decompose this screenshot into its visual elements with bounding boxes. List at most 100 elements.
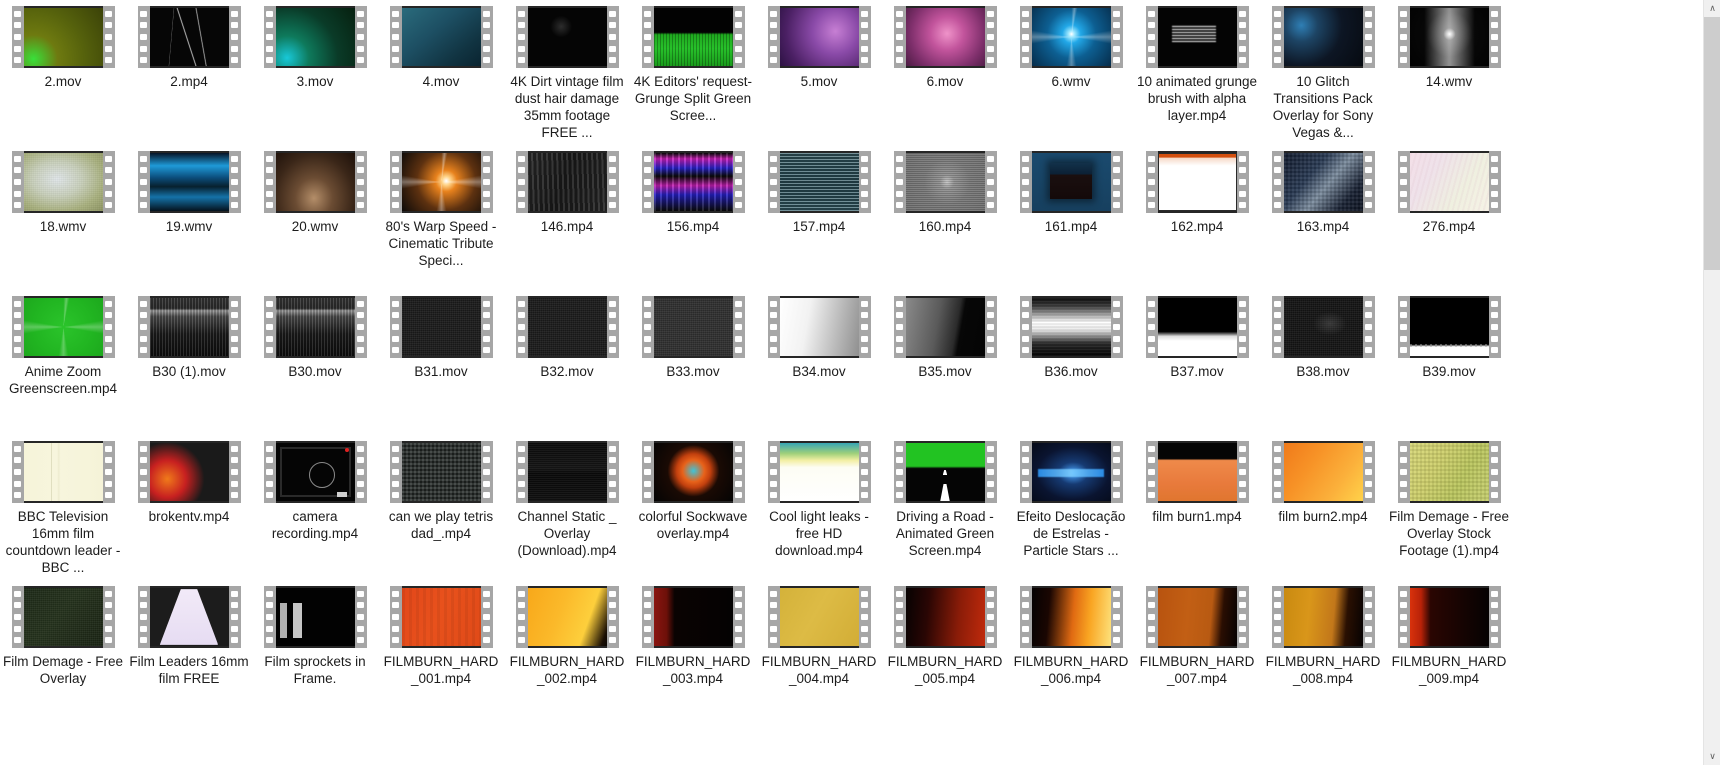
file-grid[interactable]: 2.mov 2.mp4 3.mov 4.mov 4K Dirt vintage film… bbox=[0, 0, 1566, 765]
scroll-up-arrow[interactable]: ∧ bbox=[1704, 0, 1720, 17]
file-item[interactable]: FILMBURN_HARD_001.mp4 bbox=[378, 580, 504, 725]
file-item[interactable]: 276.mp4 bbox=[1386, 145, 1512, 290]
file-item[interactable]: B32.mov bbox=[504, 290, 630, 435]
file-item[interactable]: B35.mov bbox=[882, 290, 1008, 435]
file-item[interactable]: 4K Dirt vintage film dust hair damage 35… bbox=[504, 0, 630, 145]
file-item[interactable]: Film Demage - Free Overlay bbox=[0, 580, 126, 725]
video-file-icon bbox=[11, 151, 115, 213]
file-item[interactable]: film burn2.mp4 bbox=[1260, 435, 1386, 580]
file-name-label: 161.mp4 bbox=[1044, 219, 1098, 234]
file-item[interactable]: FILMBURN_HARD_009.mp4 bbox=[1386, 580, 1512, 725]
file-item[interactable]: 2.mov bbox=[0, 0, 126, 145]
file-item[interactable]: 161.mp4 bbox=[1008, 145, 1134, 290]
file-item[interactable]: Cool light leaks - free HD download.mp4 bbox=[756, 435, 882, 580]
scrollbar-track[interactable] bbox=[1704, 17, 1720, 748]
file-item[interactable]: B30.mov bbox=[252, 290, 378, 435]
file-item[interactable]: FILMBURN_HARD_007.mp4 bbox=[1134, 580, 1260, 725]
file-item[interactable]: FILMBURN_HARD_003.mp4 bbox=[630, 580, 756, 725]
video-file-icon bbox=[893, 151, 997, 213]
file-name-label: FILMBURN_HARD_005.mp4 bbox=[887, 654, 1003, 686]
file-item[interactable]: FILMBURN_HARD_005.mp4 bbox=[882, 580, 1008, 725]
film-perforations bbox=[515, 296, 528, 358]
file-item[interactable]: 20.wmv bbox=[252, 145, 378, 290]
file-item[interactable]: 162.mp4 bbox=[1134, 145, 1260, 290]
file-item[interactable]: Channel Static _ Overlay (Download).mp4 bbox=[504, 435, 630, 580]
file-item[interactable]: 19.wmv bbox=[126, 145, 252, 290]
film-perforations bbox=[102, 296, 115, 358]
film-perforations bbox=[767, 586, 780, 648]
video-file-icon bbox=[389, 151, 493, 213]
file-item[interactable]: can we play tetris dad_.mp4 bbox=[378, 435, 504, 580]
film-perforations bbox=[1145, 586, 1158, 648]
file-item[interactable]: B37.mov bbox=[1134, 290, 1260, 435]
video-thumbnail bbox=[527, 151, 607, 213]
file-item[interactable]: film burn1.mp4 bbox=[1134, 435, 1260, 580]
scroll-down-arrow[interactable]: ∨ bbox=[1704, 748, 1720, 765]
file-item[interactable]: 5.mov bbox=[756, 0, 882, 145]
file-item[interactable]: 10 Glitch Transitions Pack Overlay for S… bbox=[1260, 0, 1386, 145]
file-item[interactable]: B30 (1).mov bbox=[126, 290, 252, 435]
file-item[interactable]: 157.mp4 bbox=[756, 145, 882, 290]
file-item[interactable]: 6.mov bbox=[882, 0, 1008, 145]
film-perforations bbox=[354, 151, 367, 213]
film-perforations bbox=[11, 6, 24, 68]
file-item[interactable]: FILMBURN_HARD_008.mp4 bbox=[1260, 580, 1386, 725]
file-item[interactable]: BBC Television 16mm film countdown leade… bbox=[0, 435, 126, 580]
file-item[interactable]: 163.mp4 bbox=[1260, 145, 1386, 290]
file-item[interactable]: colorful Sockwave overlay.mp4 bbox=[630, 435, 756, 580]
file-item[interactable]: B39.mov bbox=[1386, 290, 1512, 435]
file-item[interactable]: B33.mov bbox=[630, 290, 756, 435]
video-file-icon bbox=[1019, 151, 1123, 213]
film-perforations bbox=[984, 151, 997, 213]
file-item[interactable]: B31.mov bbox=[378, 290, 504, 435]
file-item[interactable]: 10 animated grunge brush with alpha laye… bbox=[1134, 0, 1260, 145]
file-name-label: FILMBURN_HARD_004.mp4 bbox=[761, 654, 877, 686]
file-item[interactable]: 80's Warp Speed - Cinematic Tribute Spec… bbox=[378, 145, 504, 290]
video-thumbnail bbox=[527, 296, 607, 358]
video-thumbnail bbox=[23, 151, 103, 213]
file-item[interactable]: B36.mov bbox=[1008, 290, 1134, 435]
file-item[interactable]: Driving a Road - Animated Green Screen.m… bbox=[882, 435, 1008, 580]
file-name-label: FILMBURN_HARD_006.mp4 bbox=[1013, 654, 1129, 686]
video-thumbnail bbox=[23, 6, 103, 68]
file-item[interactable]: camera recording.mp4 bbox=[252, 435, 378, 580]
film-perforations bbox=[515, 441, 528, 503]
film-perforations bbox=[102, 441, 115, 503]
file-name-label: Film sprockets in Frame. bbox=[264, 654, 366, 686]
file-item[interactable]: B34.mov bbox=[756, 290, 882, 435]
file-item[interactable]: Film Leaders 16mm film FREE bbox=[126, 580, 252, 725]
file-item[interactable]: Film Demage - Free Overlay Stock Footage… bbox=[1386, 435, 1512, 580]
file-item[interactable]: FILMBURN_HARD_002.mp4 bbox=[504, 580, 630, 725]
file-item[interactable]: brokentv.mp4 bbox=[126, 435, 252, 580]
file-item[interactable]: 18.wmv bbox=[0, 145, 126, 290]
video-file-icon bbox=[389, 586, 493, 648]
file-item[interactable]: Efeito Deslocação de Estrelas - Particle… bbox=[1008, 435, 1134, 580]
video-file-icon bbox=[1145, 441, 1249, 503]
video-thumbnail bbox=[149, 151, 229, 213]
film-perforations bbox=[263, 6, 276, 68]
file-item[interactable]: Film sprockets in Frame. bbox=[252, 580, 378, 725]
vertical-scrollbar[interactable]: ∧ ∨ bbox=[1703, 0, 1720, 765]
file-item[interactable]: 4K Editors' request-Grunge Split Green S… bbox=[630, 0, 756, 145]
file-item[interactable]: FILMBURN_HARD_004.mp4 bbox=[756, 580, 882, 725]
video-file-icon bbox=[1271, 6, 1375, 68]
file-name-label: Cool light leaks - free HD download.mp4 bbox=[769, 509, 869, 558]
file-item[interactable]: 6.wmv bbox=[1008, 0, 1134, 145]
film-perforations bbox=[11, 151, 24, 213]
file-item[interactable]: B38.mov bbox=[1260, 290, 1386, 435]
file-item[interactable]: 3.mov bbox=[252, 0, 378, 145]
file-item[interactable]: 146.mp4 bbox=[504, 145, 630, 290]
film-perforations bbox=[354, 6, 367, 68]
film-perforations bbox=[732, 441, 745, 503]
video-file-icon bbox=[1397, 441, 1501, 503]
file-item[interactable]: 2.mp4 bbox=[126, 0, 252, 145]
file-item[interactable]: 160.mp4 bbox=[882, 145, 1008, 290]
scrollbar-thumb[interactable] bbox=[1704, 17, 1720, 270]
film-perforations bbox=[641, 6, 654, 68]
file-item[interactable]: FILMBURN_HARD_006.mp4 bbox=[1008, 580, 1134, 725]
file-item[interactable]: 14.wmv bbox=[1386, 0, 1512, 145]
file-item[interactable]: 156.mp4 bbox=[630, 145, 756, 290]
file-item[interactable]: Anime Zoom Greenscreen.mp4 bbox=[0, 290, 126, 435]
file-item[interactable]: 4.mov bbox=[378, 0, 504, 145]
file-name-label: 80's Warp Speed - Cinematic Tribute Spec… bbox=[385, 219, 497, 268]
